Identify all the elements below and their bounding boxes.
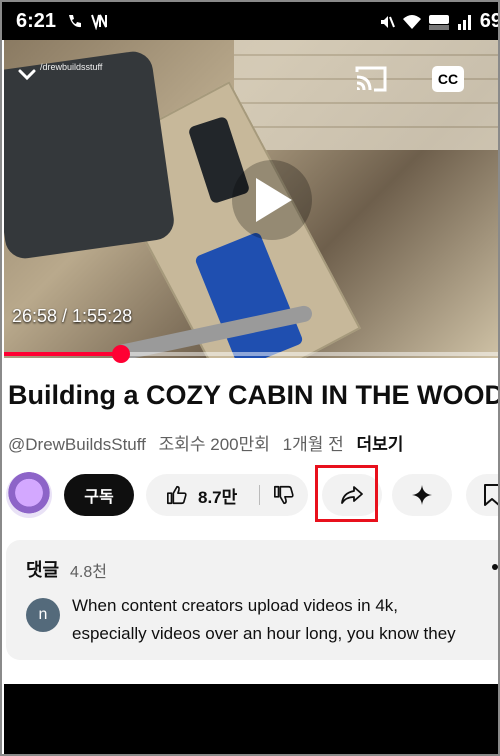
sparkle-icon xyxy=(412,485,432,505)
channel-avatar[interactable] xyxy=(6,472,52,518)
battery-level: 69 xyxy=(479,10,500,32)
upload-age: 1개월 전 xyxy=(282,435,344,454)
video-player[interactable]: /drewbuildsstuff CC 26:58 / 1:55:28 xyxy=(4,40,498,358)
cast-button[interactable] xyxy=(354,64,388,94)
more-link[interactable]: 더보기 xyxy=(357,435,404,454)
status-icons-right: 69 xyxy=(378,10,500,33)
play-button[interactable] xyxy=(232,160,312,240)
comments-label: 댓글 xyxy=(26,560,60,580)
progress-scrubber[interactable] xyxy=(112,345,131,363)
wifi-icon xyxy=(402,14,421,29)
chevron-down-icon xyxy=(18,69,36,81)
mute-icon xyxy=(380,15,395,28)
collapse-button[interactable] xyxy=(12,60,42,90)
thumbs-up-icon xyxy=(167,485,187,505)
app-frame: 6:21 69 /drewbuildsstuff CC 26:58 / 1:55… xyxy=(0,0,500,756)
hd-voice-icon xyxy=(428,14,449,30)
like-dislike-group: 8.7만 xyxy=(146,474,308,516)
remix-button[interactable] xyxy=(392,474,452,516)
comments-panel[interactable]: 댓글 4.8천 n When content creators upload v… xyxy=(6,540,498,660)
status-icons-left xyxy=(66,12,108,30)
comments-indicator-dot xyxy=(492,564,498,570)
comments-count: 4.8천 xyxy=(70,564,107,581)
subscribe-button[interactable]: 구독 xyxy=(64,474,134,516)
action-row: 구독 8.7만 xyxy=(6,472,498,520)
thumbs-down-icon xyxy=(274,485,294,505)
channel-handle[interactable]: @DrewBuildsStuff xyxy=(8,435,146,454)
playback-time: 26:58 / 1:55:28 xyxy=(12,306,133,326)
video-title[interactable]: Building a COZY CABIN IN THE WOODS xyxy=(8,380,498,411)
signal-icon xyxy=(457,14,471,30)
status-time: 6:21 xyxy=(16,10,57,32)
comment-line-1: When content creators upload videos in 4… xyxy=(72,596,399,615)
progress-fill xyxy=(4,352,122,356)
channel-watermark: /drewbuildsstuff xyxy=(40,62,103,72)
like-count: 8.7만 xyxy=(198,487,238,507)
volte-icon xyxy=(91,14,107,30)
commenter-avatar: n xyxy=(26,598,60,632)
dislike-button[interactable] xyxy=(260,474,308,516)
like-button[interactable]: 8.7만 xyxy=(146,474,258,516)
share-highlight-box xyxy=(315,465,378,522)
comment-line-2: especially videos over an hour long, you… xyxy=(72,624,456,643)
wifi-call-icon xyxy=(69,15,81,28)
video-meta: @DrewBuildsStuff 조회수 200만회 1개월 전 더보기 xyxy=(8,430,411,455)
play-icon xyxy=(256,178,292,222)
bookmark-icon xyxy=(484,484,498,506)
view-count: 조회수 200만회 xyxy=(158,435,270,454)
captions-button[interactable]: CC xyxy=(432,66,464,92)
video-bg-bricks xyxy=(234,40,498,150)
progress-bar[interactable] xyxy=(4,345,498,363)
save-button[interactable] xyxy=(466,474,498,516)
comment-preview: When content creators upload videos in 4… xyxy=(72,592,498,648)
bottom-panel xyxy=(4,684,498,754)
cast-icon xyxy=(355,66,387,92)
status-bar: 6:21 69 xyxy=(2,2,500,40)
